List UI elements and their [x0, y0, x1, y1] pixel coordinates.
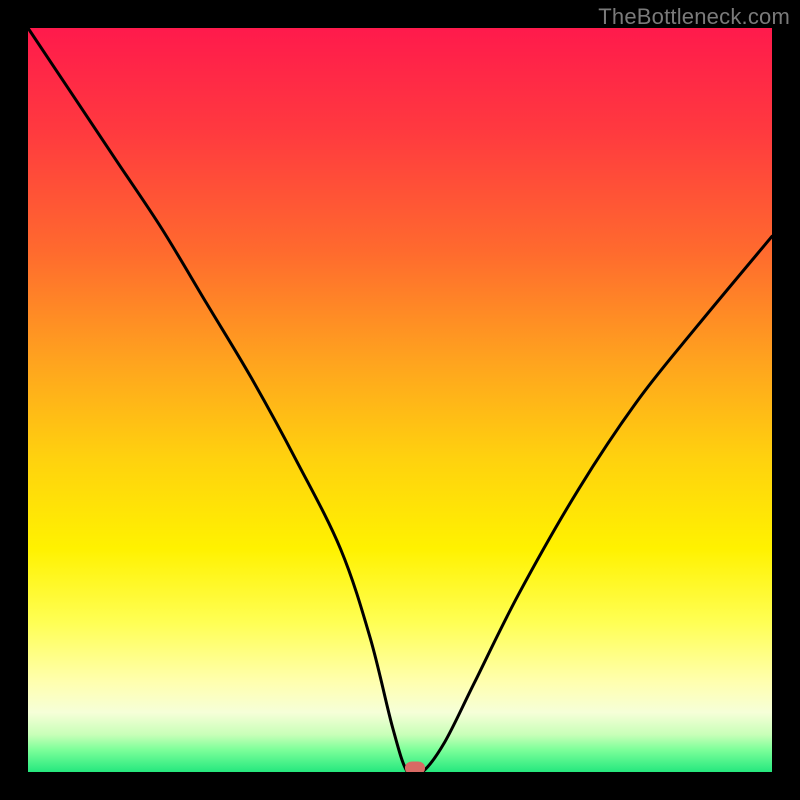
optimum-marker	[405, 762, 425, 773]
bottleneck-curve	[28, 28, 772, 772]
plot-area	[28, 28, 772, 772]
chart-frame: TheBottleneck.com	[0, 0, 800, 800]
watermark-text: TheBottleneck.com	[598, 4, 790, 30]
